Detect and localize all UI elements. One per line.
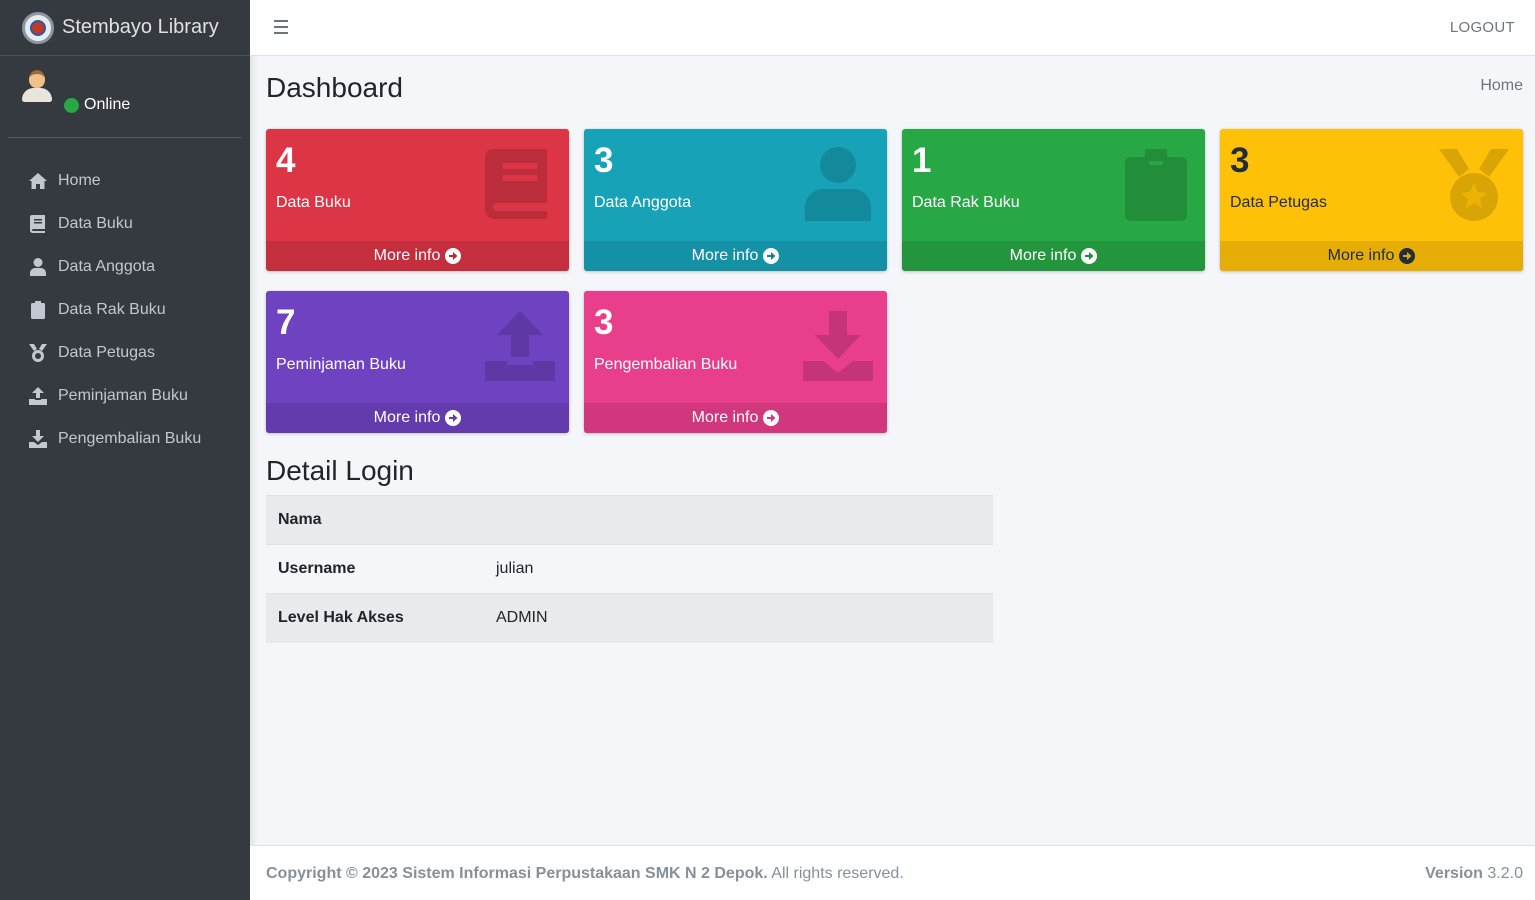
download-icon bbox=[28, 429, 48, 449]
more-info-link[interactable]: More info bbox=[266, 403, 569, 433]
more-info-label: More info bbox=[1327, 247, 1395, 264]
version-label: Version bbox=[1425, 865, 1483, 882]
box-label: Data Anggota bbox=[594, 194, 691, 211]
brand-name: Stembayo Library bbox=[62, 16, 219, 38]
box-label: Data Rak Buku bbox=[912, 194, 1020, 211]
box-count: 1 bbox=[912, 141, 932, 180]
sidebar-item-data-petugas[interactable]: Data Petugas bbox=[0, 331, 250, 374]
clipboard-icon bbox=[28, 300, 48, 320]
arrow-circle-right-icon bbox=[1399, 248, 1416, 264]
sidebar-item-label: Data Buku bbox=[58, 214, 133, 232]
rights-text: All rights reserved. bbox=[771, 865, 904, 882]
sidebar-item-data-anggota[interactable]: Data Anggota bbox=[0, 245, 250, 288]
footer-copyright: Copyright © 2023 Sistem Informasi Perpus… bbox=[266, 865, 904, 883]
row-value: julian bbox=[484, 544, 993, 594]
top-navbar: LOGOUT bbox=[250, 0, 1535, 56]
more-info-link[interactable]: More info bbox=[1220, 241, 1523, 271]
user-icon bbox=[28, 257, 48, 277]
row-value: ADMIN bbox=[484, 593, 993, 643]
box-label: Data Buku bbox=[276, 194, 351, 211]
more-info-label: More info bbox=[373, 247, 441, 264]
footer-version: Version 3.2.0 bbox=[1425, 865, 1523, 883]
medal-icon bbox=[28, 343, 48, 363]
sidebar-shadow bbox=[250, 0, 258, 900]
footer: Copyright © 2023 Sistem Informasi Perpus… bbox=[250, 845, 1535, 900]
more-info-label: More info bbox=[373, 409, 441, 426]
brand-link[interactable]: Stembayo Library bbox=[0, 0, 250, 56]
more-info-label: More info bbox=[691, 247, 759, 264]
avatar[interactable] bbox=[22, 70, 52, 104]
table-row: Username julian bbox=[266, 544, 993, 594]
online-dot-icon bbox=[64, 97, 79, 113]
more-info-link[interactable]: More info bbox=[266, 241, 569, 271]
menu-toggle-icon[interactable] bbox=[274, 20, 288, 34]
sidebar-item-label: Data Anggota bbox=[58, 257, 155, 275]
box-label: Data Petugas bbox=[1230, 194, 1327, 211]
box-count: 7 bbox=[276, 303, 296, 342]
sidebar-item-label: Data Petugas bbox=[58, 343, 155, 361]
small-box-data-anggota: 3 Data Anggota More info bbox=[584, 129, 887, 271]
sidebar: Stembayo Library Online Home Data Buku D… bbox=[0, 0, 250, 900]
row-key: Nama bbox=[266, 495, 484, 545]
sidebar-item-home[interactable]: Home bbox=[0, 159, 250, 202]
more-info-link[interactable]: More info bbox=[584, 403, 887, 433]
box-label: Pengembalian Buku bbox=[594, 356, 738, 373]
upload-icon bbox=[28, 386, 48, 406]
book-icon bbox=[485, 149, 547, 219]
sidebar-item-pengembalian-buku[interactable]: Pengembalian Buku bbox=[0, 417, 250, 460]
sidebar-item-data-rak-buku[interactable]: Data Rak Buku bbox=[0, 288, 250, 331]
more-info-link[interactable]: More info bbox=[902, 241, 1205, 271]
version-number: 3.2.0 bbox=[1487, 865, 1523, 882]
sidebar-nav: Home Data Buku Data Anggota Data Rak Buk… bbox=[0, 138, 250, 460]
home-icon bbox=[28, 171, 48, 191]
sidebar-item-data-buku[interactable]: Data Buku bbox=[0, 202, 250, 245]
sidebar-item-label: Peminjaman Buku bbox=[58, 386, 188, 404]
box-count: 4 bbox=[276, 141, 296, 180]
sidebar-item-label: Pengembalian Buku bbox=[58, 429, 202, 447]
detail-login-title: Detail Login bbox=[266, 455, 414, 486]
small-box-data-petugas: 3 Data Petugas More info bbox=[1220, 129, 1523, 271]
book-icon bbox=[28, 214, 48, 234]
arrow-circle-right-icon bbox=[1081, 248, 1098, 264]
arrow-circle-right-icon bbox=[763, 248, 780, 264]
more-info-label: More info bbox=[1009, 247, 1077, 264]
more-info-label: More info bbox=[691, 409, 759, 426]
medal-icon bbox=[1439, 149, 1509, 221]
user-icon bbox=[805, 147, 871, 221]
row-key: Username bbox=[266, 544, 484, 594]
box-count: 3 bbox=[594, 303, 614, 342]
logout-link[interactable]: LOGOUT bbox=[1450, 19, 1515, 36]
small-box-pengembalian-buku: 3 Pengembalian Buku More info bbox=[584, 291, 887, 433]
arrow-circle-right-icon bbox=[445, 410, 462, 426]
more-info-link[interactable]: More info bbox=[584, 241, 887, 271]
sidebar-item-label: Home bbox=[58, 171, 101, 189]
user-panel: Online bbox=[8, 56, 242, 138]
sidebar-item-peminjaman-buku[interactable]: Peminjaman Buku bbox=[0, 374, 250, 417]
box-count: 3 bbox=[594, 141, 614, 180]
row-value bbox=[484, 495, 993, 545]
row-key: Level Hak Akses bbox=[266, 593, 484, 643]
small-box-peminjaman-buku: 7 Peminjaman Buku More info bbox=[266, 291, 569, 433]
breadcrumb-home[interactable]: Home bbox=[1480, 77, 1523, 95]
user-status[interactable]: Online bbox=[64, 96, 130, 114]
small-box-data-buku: 4 Data Buku More info bbox=[266, 129, 569, 271]
sidebar-item-label: Data Rak Buku bbox=[58, 300, 166, 318]
box-label: Peminjaman Buku bbox=[276, 356, 406, 373]
download-icon bbox=[803, 311, 873, 381]
upload-icon bbox=[485, 311, 555, 381]
page-title: Dashboard bbox=[266, 72, 403, 103]
arrow-circle-right-icon bbox=[445, 248, 462, 264]
detail-login-table: Nama Username julian Level Hak Akses ADM… bbox=[266, 495, 993, 643]
brand-logo-icon bbox=[22, 11, 54, 44]
clipboard-icon bbox=[1125, 149, 1187, 221]
arrow-circle-right-icon bbox=[763, 410, 780, 426]
small-box-data-rak-buku: 1 Data Rak Buku More info bbox=[902, 129, 1205, 271]
user-status-label: Online bbox=[84, 96, 131, 113]
box-count: 3 bbox=[1230, 141, 1250, 180]
copyright-text: Copyright © 2023 Sistem Informasi Perpus… bbox=[266, 865, 768, 882]
table-row: Nama bbox=[266, 495, 993, 545]
table-row: Level Hak Akses ADMIN bbox=[266, 593, 993, 643]
